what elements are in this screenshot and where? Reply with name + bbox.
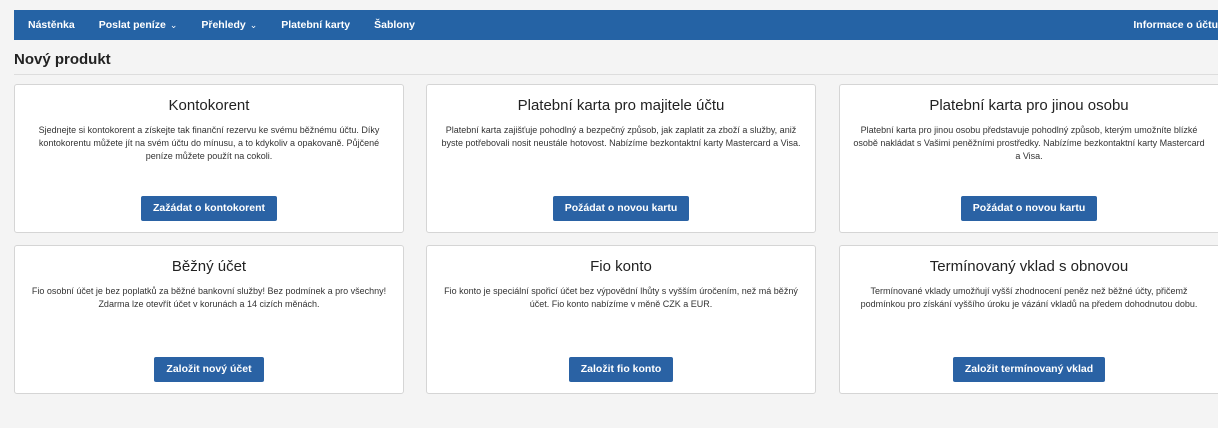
nav-item-payment-cards[interactable]: Platební karty (269, 19, 362, 31)
product-card-owner-card: Platební karta pro majitele účtu Platebn… (426, 84, 816, 233)
product-card-term-deposit: Termínovaný vklad s obnovou Termínované … (839, 245, 1218, 394)
nav-item-send-money[interactable]: Poslat peníze ⌄ (87, 19, 190, 31)
open-fio-konto-button[interactable]: Založit fio konto (568, 357, 674, 382)
divider (14, 74, 1218, 75)
card-title: Kontokorent (168, 97, 250, 114)
nav-item-templates[interactable]: Šablony (362, 19, 427, 31)
nav-item-overviews[interactable]: Přehledy ⌄ (189, 19, 269, 31)
card-title: Běžný účet (171, 258, 247, 275)
card-title: Fio konto (590, 258, 652, 275)
product-card-overdraft: Kontokorent Sjednejte si kontokorent a z… (14, 84, 404, 233)
card-description: Fio osobní účet je bez poplatků za běžné… (31, 286, 387, 309)
product-card-other-person-card: Platební karta pro jinou osobu Platební … (839, 84, 1218, 233)
page-title: Nový produkt (14, 51, 111, 68)
product-card-current-account: Běžný účet Fio osobní účet je bez poplat… (14, 245, 404, 394)
card-description: Platební karta pro jinou osobu představu… (853, 125, 1205, 161)
nav-item-account-info[interactable]: Informace o účtu (1121, 19, 1218, 31)
open-term-deposit-button[interactable]: Založit termínovaný vklad (952, 357, 1106, 382)
request-overdraft-button[interactable]: Zažádat o kontokorent (140, 196, 277, 221)
nav-item-dashboard[interactable]: Nástěnka (14, 19, 87, 31)
chevron-down-icon: ⌄ (249, 20, 258, 30)
product-card-fio-konto: Fio konto Fio konto je speciální spořicí… (426, 245, 816, 394)
top-navbar: Nástěnka Poslat peníze ⌄ Přehledy ⌄ Plateb… (14, 10, 1218, 40)
chevron-down-icon: ⌄ (169, 20, 178, 30)
card-title: Platební karta pro majitele účtu (517, 97, 725, 114)
card-title: Platební karta pro jinou osobu (929, 97, 1129, 114)
card-description: Platební karta zajišťuje pohodlný a bezp… (441, 125, 801, 148)
request-new-card-button-other[interactable]: Požádat o novou kartu (960, 196, 1098, 221)
card-description: Termínované vklady umožňují vyšší zhodno… (860, 286, 1198, 309)
request-new-card-button[interactable]: Požádat o novou kartu (552, 196, 690, 221)
card-title: Termínovaný vklad s obnovou (929, 258, 1129, 275)
card-description: Sjednejte si kontokorent a získejte tak … (38, 125, 380, 161)
open-new-account-button[interactable]: Založit nový účet (154, 357, 264, 382)
card-description: Fio konto je speciální spořicí účet bez … (444, 286, 798, 309)
